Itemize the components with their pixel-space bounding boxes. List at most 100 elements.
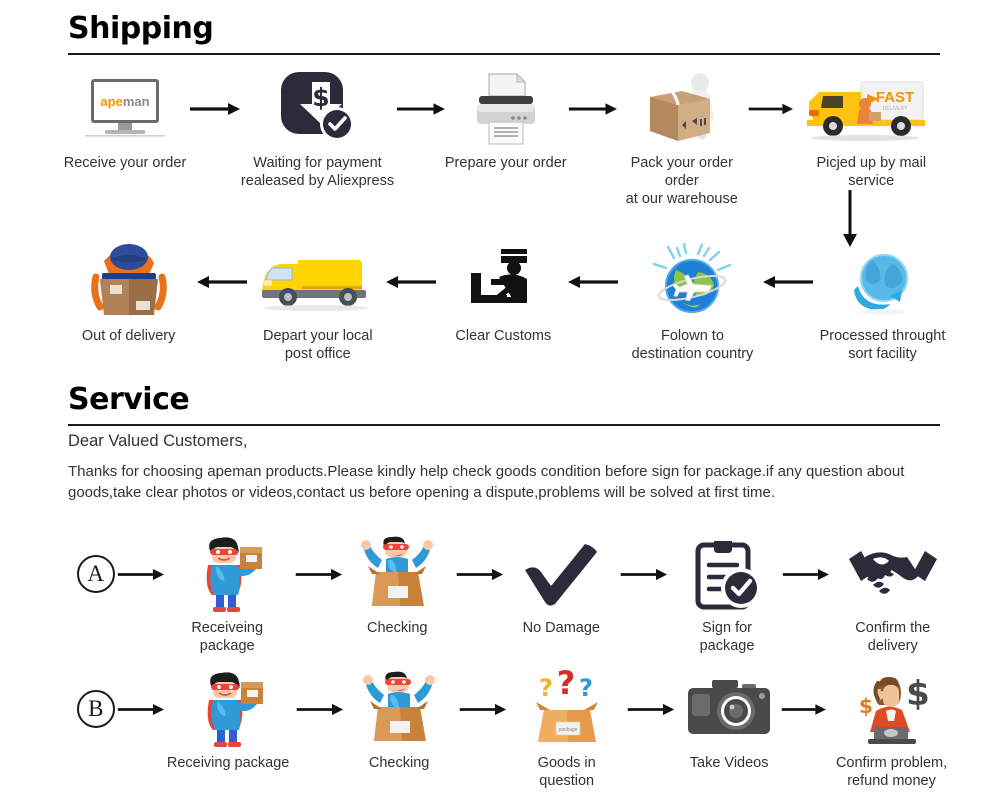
monitor-order-icon: apeman — [77, 70, 173, 148]
service-step-checking-a: Checking — [346, 535, 449, 637]
shipping-step-waiting-payment: $ Waiting for payment realeased by Aliex… — [241, 70, 395, 190]
yellow-van-icon — [258, 243, 378, 321]
svg-text:?: ? — [579, 674, 593, 702]
service-step-take-videos: Take Videos — [679, 670, 779, 772]
shipping-step-label: Processed throught sort facility — [819, 328, 946, 362]
service-body-text: Thanks for choosing apeman products.Plea… — [68, 463, 905, 501]
page-title: Shipping — [68, 11, 214, 46]
shipping-step-receive-order: apeman Receive your order — [62, 70, 188, 172]
service-step-sign-package: Sign for package — [674, 535, 780, 655]
shipping-step-flown-destination: Folown to destination country — [622, 242, 763, 363]
svg-text:$: $ — [312, 83, 329, 112]
circle-letter-b: B — [76, 690, 115, 728]
arrow-right-icon — [779, 670, 827, 748]
service-step-confirm-refund: $ $ Confirm problem, refund money — [827, 670, 956, 790]
arrow-right-icon — [449, 535, 511, 613]
svg-text:apeman: apeman — [100, 94, 149, 109]
packing-box-worker-icon — [636, 70, 728, 148]
svg-text:$: $ — [906, 674, 930, 714]
arrow-right-icon — [621, 670, 679, 748]
service-step-label: Confirm problem, refund money — [835, 755, 948, 789]
shipping-flow-row-1: apeman Receive your order $ Waiting for … — [62, 70, 950, 208]
arrow-left-icon — [195, 243, 251, 321]
superhero-package-icon — [188, 535, 266, 613]
service-step-label: Confirm the delivery — [855, 620, 931, 654]
handshake-icon — [847, 535, 939, 613]
service-step-receiving-package-a: Receiveing package — [165, 535, 290, 655]
question-box-icon: ? ? ? package — [524, 664, 610, 748]
service-divider — [68, 424, 940, 426]
arrow-right-icon — [291, 670, 348, 748]
shipping-flow-row-2: Out of delivery Depart your local post o… — [62, 242, 950, 363]
arrow-right-icon — [290, 535, 346, 613]
service-title: Service — [68, 382, 190, 417]
service-step-goods-in-question: ? ? ? package Goods in question — [513, 664, 621, 790]
support-refund-icon: $ $ — [846, 670, 938, 748]
arrow-right-icon — [395, 70, 445, 148]
service-step-label: Sign for package — [699, 620, 755, 654]
svg-text:?: ? — [539, 674, 553, 702]
superhero-package-icon — [189, 670, 267, 748]
arrow-left-icon — [762, 243, 815, 321]
svg-text:DELIVERY: DELIVERY — [883, 106, 908, 112]
shipping-divider — [68, 53, 940, 55]
arrow-right-icon — [747, 70, 793, 148]
shipping-step-label: Folown to destination country — [631, 328, 754, 362]
arrow-right-icon — [780, 535, 830, 613]
service-step-label: No Damage — [522, 620, 600, 636]
shipping-step-sort-facility: Processed throught sort facility — [815, 243, 950, 363]
svg-text:FAST: FAST — [876, 89, 914, 106]
shipping-service-infographic: Shipping apeman Receive your order $ Wai… — [0, 0, 1000, 800]
arrow-right-icon — [188, 70, 241, 148]
shipping-step-label: Waiting for payment realeased by Aliexpr… — [240, 155, 395, 189]
service-flow-row-b: B Receiving package Checking ? ? ? packa… — [76, 664, 956, 790]
service-step-receiving-package-b: Receiving package — [165, 670, 290, 772]
arrow-right-icon — [567, 70, 617, 148]
shipping-step-label: Depart your local post office — [262, 328, 373, 362]
service-row-marker-a: A — [76, 535, 115, 613]
service-step-label: Checking — [367, 620, 428, 636]
shipping-step-pack-order: Pack your order order at our warehouse — [617, 70, 747, 208]
courier-delivery-icon — [88, 243, 170, 321]
service-step-label: Checking — [368, 755, 430, 771]
svg-text:package: package — [558, 727, 577, 733]
camera-icon — [686, 670, 772, 748]
printer-icon — [467, 70, 545, 148]
shipping-step-prepare-order: Prepare your order — [445, 70, 568, 172]
arrow-left-icon — [566, 243, 622, 321]
shipping-step-out-for-delivery: Out of delivery — [62, 243, 195, 345]
shipping-step-label: Receive your order — [63, 155, 187, 171]
shipping-step-depart-post-office: Depart your local post office — [251, 243, 384, 363]
service-step-label: Take Videos — [689, 755, 769, 771]
arrow-right-icon — [116, 670, 166, 748]
circle-letter-a: A — [76, 555, 115, 593]
arrow-right-icon — [451, 670, 513, 748]
shipping-step-label: Pack your order order at our warehouse — [625, 155, 738, 207]
checkmark-icon — [523, 535, 599, 613]
opening-box-icon — [360, 670, 438, 748]
shipping-section-header: Shipping — [68, 12, 940, 55]
shipping-step-clear-customs: Clear Customs — [440, 243, 566, 345]
arrow-right-icon — [613, 535, 675, 613]
svg-text:$: $ — [859, 694, 873, 718]
shipping-step-label: Clear Customs — [455, 328, 552, 344]
shipping-step-picked-up: FAST DELIVERY Picjed up by mail service — [793, 70, 951, 190]
shipping-step-label: Prepare your order — [444, 155, 567, 171]
service-step-label: Goods in question — [537, 755, 596, 789]
service-step-label: Receiving package — [166, 755, 290, 771]
service-row-marker-b: B — [76, 670, 116, 748]
service-section-header: Service — [68, 383, 940, 426]
shipping-step-label: Picjed up by mail service — [816, 155, 927, 189]
fast-delivery-truck-icon: FAST DELIVERY — [803, 70, 939, 148]
customs-officer-icon — [461, 243, 545, 321]
service-greeting: Dear Valued Customers, — [68, 432, 248, 450]
arrow-left-icon — [384, 243, 440, 321]
globe-sort-facility-icon — [846, 243, 918, 321]
clipboard-check-icon — [692, 535, 762, 613]
payment-released-icon: $ — [279, 70, 357, 148]
opening-box-icon — [358, 535, 436, 613]
svg-text:?: ? — [556, 664, 575, 702]
arrow-down-icon — [840, 190, 860, 248]
service-flow-row-a: A Receiveing package Checking No Damage … — [76, 535, 956, 655]
globe-airplane-icon — [652, 242, 732, 321]
